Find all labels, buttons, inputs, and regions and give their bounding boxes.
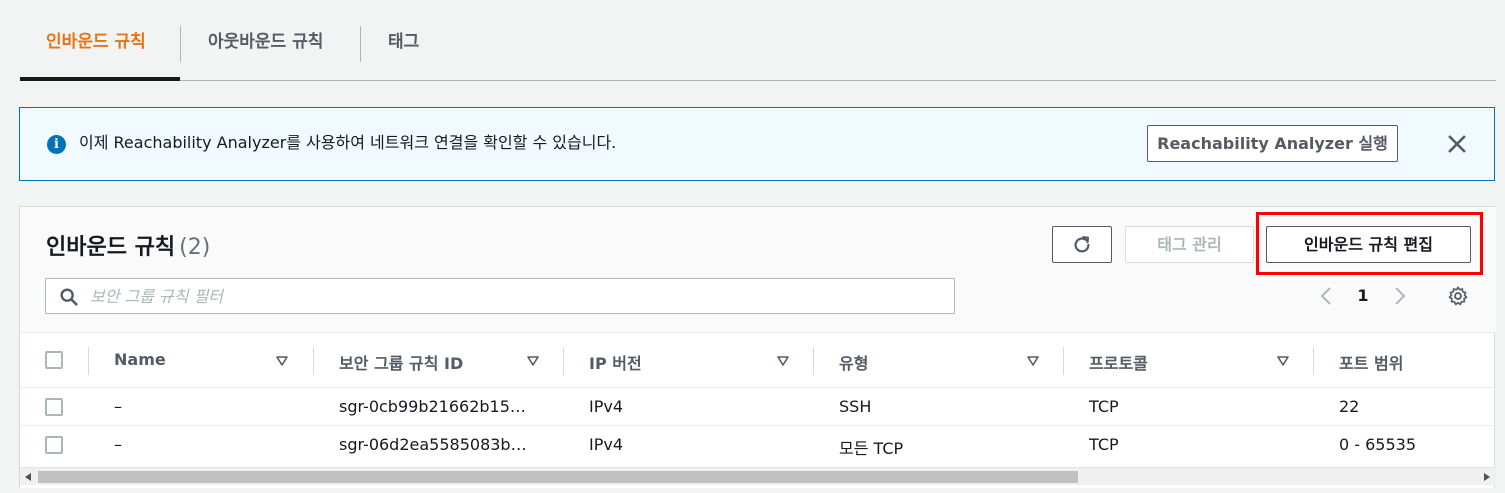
active-tab-indicator	[20, 77, 180, 81]
scroll-right-arrow-icon[interactable]	[1484, 473, 1490, 481]
table-row[interactable]: – sgr-06d2ea5585083b… IPv4 모든 TCP TCP 0 …	[20, 426, 1496, 464]
column-divider	[813, 347, 814, 375]
column-header-name[interactable]: Name	[114, 350, 166, 369]
info-icon: i	[47, 135, 66, 154]
cell-type: SSH	[839, 397, 872, 416]
manage-tags-button[interactable]: 태그 관리	[1125, 226, 1254, 263]
cell-name: –	[114, 397, 122, 416]
tab-inbound-rules[interactable]: 인바운드 규칙	[46, 28, 146, 58]
tab-bar: 인바운드 규칙 아웃바운드 규칙 태그	[20, 0, 1496, 81]
tab-tags[interactable]: 태그	[388, 28, 419, 58]
gear-icon[interactable]	[1447, 285, 1469, 307]
refresh-icon	[1074, 236, 1090, 253]
search-field[interactable]	[45, 278, 955, 314]
scrollbar-thumb[interactable]	[38, 471, 1078, 483]
run-reachability-analyzer-button[interactable]: Reachability Analyzer 실행	[1147, 125, 1398, 162]
sort-down-icon[interactable]	[1026, 355, 1040, 367]
column-header-type[interactable]: 유형	[839, 350, 868, 374]
info-alert: i 이제 Reachability Analyzer를 사용하여 네트워크 연결…	[19, 107, 1495, 181]
search-icon	[60, 288, 78, 306]
refresh-button[interactable]	[1052, 226, 1112, 263]
sort-down-icon[interactable]	[776, 355, 790, 367]
cell-ip-version: IPv4	[589, 397, 624, 416]
panel-header: 인바운드 규칙(2) 태그 관리 인바운드 규칙 편집 1	[20, 207, 1496, 333]
table-row[interactable]: – sgr-0cb99b21662b15… IPv4 SSH TCP 22	[20, 388, 1496, 426]
tab-outbound-rules[interactable]: 아웃바운드 규칙	[208, 28, 323, 58]
sort-down-icon[interactable]	[526, 355, 540, 367]
cell-rule-id[interactable]: sgr-06d2ea5585083b…	[339, 435, 527, 454]
cell-port-range: 0 - 65535	[1339, 435, 1417, 454]
cell-name: –	[114, 435, 122, 454]
sort-down-icon[interactable]	[1276, 355, 1290, 367]
inbound-rules-panel: 인바운드 규칙(2) 태그 관리 인바운드 규칙 편집 1	[19, 206, 1496, 488]
column-header-ip-version[interactable]: IP 버전	[589, 350, 642, 374]
panel-title: 인바운드 규칙 (2)	[46, 229, 210, 261]
cell-protocol: TCP	[1089, 435, 1119, 454]
column-header-protocol[interactable]: 프로토콜	[1089, 350, 1148, 374]
row-checkbox[interactable]	[45, 398, 63, 416]
column-divider	[563, 347, 564, 375]
panel-title-text: 인바운드 규칙	[46, 235, 176, 260]
row-checkbox[interactable]	[45, 436, 63, 454]
column-divider	[1313, 347, 1314, 375]
scroll-left-arrow-icon[interactable]	[25, 473, 31, 481]
sort-down-icon[interactable]	[275, 355, 289, 367]
horizontal-scrollbar[interactable]	[20, 467, 1496, 485]
chevron-right-icon[interactable]	[1391, 286, 1409, 306]
close-icon[interactable]	[1445, 132, 1469, 156]
cell-ip-version: IPv4	[589, 435, 624, 454]
tab-divider	[360, 26, 361, 62]
chevron-left-icon[interactable]	[1317, 286, 1335, 306]
cell-port-range: 22	[1339, 397, 1360, 416]
rules-table: Name 보안 그룹 규칙 ID IP 버전 유형 프로토콜 포트 범위 – s…	[20, 334, 1496, 467]
table-header-row: Name 보안 그룹 규칙 ID IP 버전 유형 프로토콜 포트 범위	[20, 334, 1496, 388]
column-divider	[313, 347, 314, 375]
page-number[interactable]: 1	[1354, 285, 1372, 307]
column-header-port-range[interactable]: 포트 범위	[1339, 350, 1403, 374]
rule-count: (2)	[179, 235, 211, 260]
search-input[interactable]	[90, 283, 940, 309]
cell-rule-id[interactable]: sgr-0cb99b21662b15…	[339, 397, 526, 416]
column-divider	[88, 347, 89, 375]
column-header-rule-id[interactable]: 보안 그룹 규칙 ID	[339, 350, 463, 374]
alert-message: 이제 Reachability Analyzer를 사용하여 네트워크 연결을 …	[79, 133, 617, 152]
cell-protocol: TCP	[1089, 397, 1119, 416]
column-divider	[1063, 347, 1064, 375]
edit-inbound-rules-button[interactable]: 인바운드 규칙 편집	[1266, 226, 1471, 263]
select-all-checkbox[interactable]	[45, 351, 63, 369]
tab-divider	[180, 26, 181, 62]
cell-type: 모든 TCP	[839, 439, 904, 458]
